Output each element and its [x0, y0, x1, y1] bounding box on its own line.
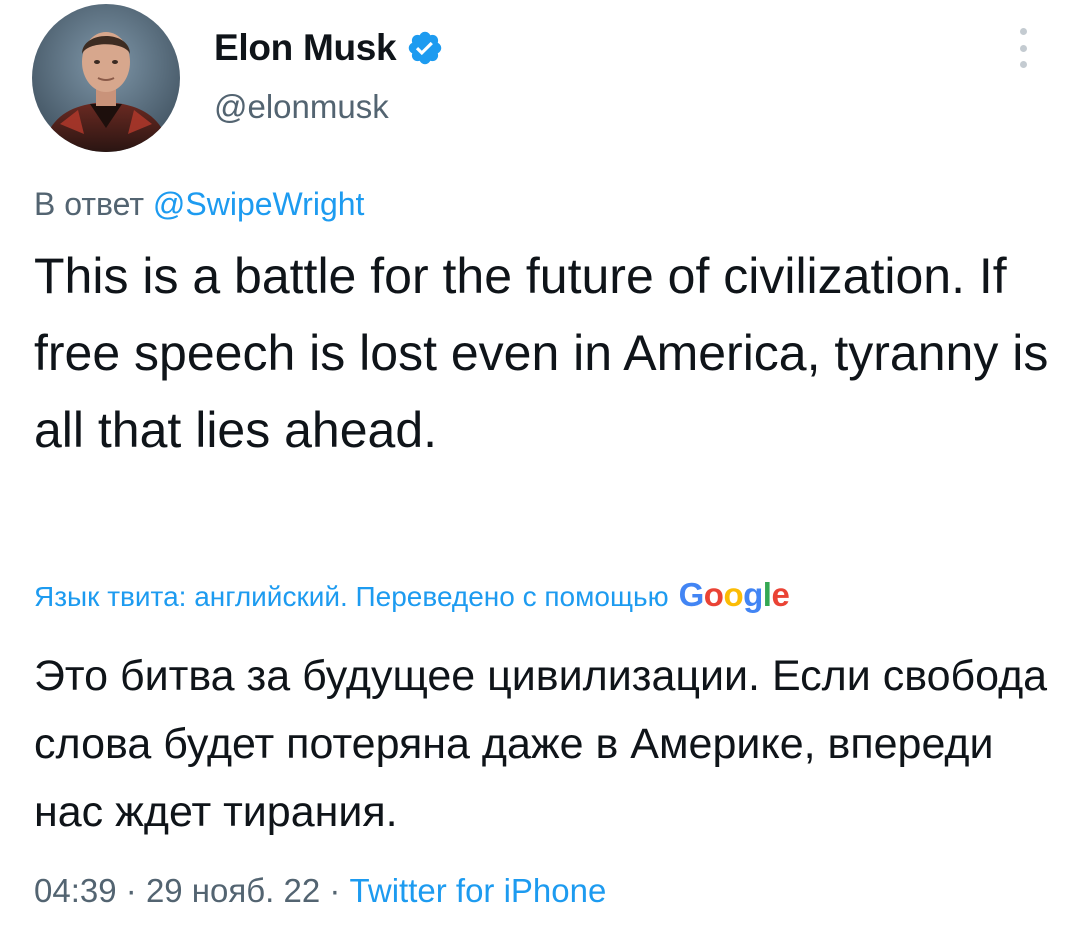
verified-badge-icon [406, 29, 444, 67]
tweet-date[interactable]: 29 нояб. 22 [146, 872, 320, 909]
avatar[interactable] [32, 4, 180, 152]
translated-tweet-text: Это битва за будущее цивилизации. Если с… [34, 652, 1048, 836]
google-logo: Google [678, 576, 790, 613]
meta-separator: · [125, 872, 137, 909]
translation-notice[interactable]: Язык твита: английский. Переведено с пом… [34, 576, 790, 614]
translation-notice-text: Язык твита: английский. Переведено с пом… [34, 581, 669, 612]
tweet-time[interactable]: 04:39 [34, 872, 117, 909]
tweet-source-link[interactable]: Twitter for iPhone [350, 872, 607, 909]
author-display-name[interactable]: Elon Musk [214, 27, 397, 69]
reply-mention-link[interactable]: @SwipeWright [153, 186, 365, 222]
tweet-meta: 04:39 · 29 нояб. 22 · Twitter for iPhone [34, 872, 606, 910]
author-handle[interactable]: @elonmusk [214, 88, 389, 126]
more-options-icon[interactable] [1010, 28, 1036, 68]
author-name-row: Elon Musk [214, 26, 444, 70]
profile-photo [32, 4, 180, 152]
reply-context: В ответ @SwipeWright [34, 186, 364, 223]
tweet-text: This is a battle for the future of civil… [34, 248, 1049, 458]
meta-separator-2: · [329, 872, 341, 909]
reply-prefix: В ответ [34, 186, 145, 222]
